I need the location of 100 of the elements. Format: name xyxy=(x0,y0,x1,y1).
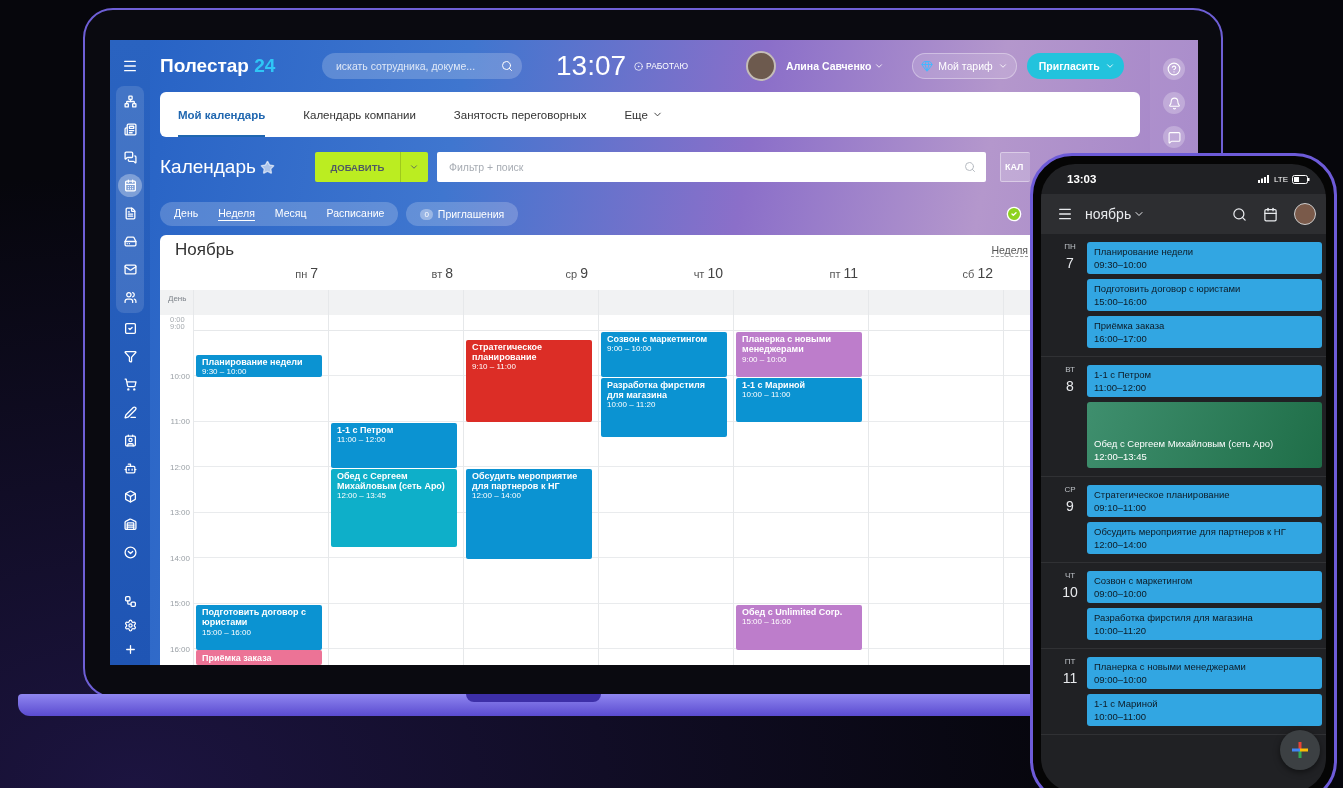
event-card[interactable]: Приёмка заказа xyxy=(196,650,322,665)
invite-button[interactable]: Пригласить xyxy=(1026,53,1124,79)
day-header: вт 8 xyxy=(430,265,454,283)
event-time: 10:00 – 11:20 xyxy=(607,401,657,410)
search-icon[interactable] xyxy=(1232,206,1247,222)
calendars-button[interactable]: КАЛ xyxy=(1000,152,1030,182)
all-day-label: День xyxy=(167,293,188,305)
day-column[interactable]: 1-1 с Петром 11:00 – 12:00 Обед с Сергеем Михайловым (сеть Аро) 12:00 – 13:45 xyxy=(328,331,463,665)
cart-icon xyxy=(123,378,137,391)
event-card[interactable]: Планерка с новыми менеджерами 9:00 – 10:00 xyxy=(736,332,862,377)
event-card[interactable]: Обсудить мероприятие для партнеров к НГ 12:00 – 14:00 xyxy=(466,468,592,559)
user-menu[interactable]: Алина Савченко xyxy=(786,60,885,72)
hour-label: 13:00 xyxy=(169,508,190,517)
network-label: LTE xyxy=(1273,174,1288,184)
day-number: 7 xyxy=(1066,255,1074,271)
newspaper-icon xyxy=(123,123,137,136)
event-card[interactable]: 1-1 с Мариной 10:00–11:00 xyxy=(1087,694,1322,726)
battery-icon xyxy=(1292,174,1310,184)
event-time: 10:00 – 11:00 xyxy=(742,390,791,400)
calendar-icon xyxy=(123,179,137,192)
day-column[interactable]: Планерка с новыми менеджерами 9:00 – 10:00 1-1 с Мариной 10:00 – 11:00 Обед с Unlimited Corp. 15:00 – 16:00 xyxy=(733,331,868,665)
event-title: Планерка с новыми менеджерами xyxy=(1094,661,1247,674)
event-card[interactable]: Подготовить договор с юристами 15:00 – 16:00 xyxy=(196,605,322,650)
day-header: ср 9 xyxy=(564,265,589,283)
contact-card-icon xyxy=(123,434,137,447)
chat-button[interactable] xyxy=(1163,126,1185,148)
help-icon xyxy=(1167,62,1181,76)
event-card[interactable]: Созвон с маркетингом 9:00 – 10:00 xyxy=(601,332,727,377)
gem-icon xyxy=(921,60,934,72)
event-card[interactable]: Подготовить договор с юристами 15:00–16:00 xyxy=(1087,279,1322,311)
avatar[interactable] xyxy=(1294,203,1316,225)
pen-icon xyxy=(123,406,137,419)
invitations-button[interactable]: 0 Приглашения xyxy=(406,202,519,226)
event-card[interactable]: Планирование недели 9:30 – 10:00 xyxy=(196,354,322,377)
event-card[interactable]: Обед с Сергеем Михайловым (сеть Аро) 12:00 – 13:45 xyxy=(331,468,457,548)
event-card[interactable]: 1-1 с Петром 11:00 – 12:00 xyxy=(331,423,457,468)
tab[interactable]: Календарь компании xyxy=(303,92,416,137)
caret-icon xyxy=(997,61,1008,71)
check-icon[interactable] xyxy=(1006,206,1022,222)
event-time: 10:00–11:20 xyxy=(1094,624,1148,638)
plus-icon xyxy=(123,643,137,656)
tab[interactable]: Занятость переговорных xyxy=(453,92,587,137)
plus-icon xyxy=(1291,741,1309,759)
event-card[interactable]: Стратегическое планирование 9:10 – 11:00 xyxy=(466,339,592,422)
event-time: 9:10 – 11:00 xyxy=(472,363,517,373)
event-time: 9:00 – 10:00 xyxy=(742,355,788,365)
event-title: Подготовить договор с юристами xyxy=(1094,283,1242,296)
caret-icon xyxy=(1104,61,1115,71)
day-header: пт 11 xyxy=(828,265,859,283)
caret-icon xyxy=(874,61,885,71)
event-time: 15:00 – 16:00 xyxy=(742,618,792,628)
sitemap-icon xyxy=(123,595,137,608)
menu-icon[interactable] xyxy=(1057,206,1073,222)
star-icon[interactable] xyxy=(259,159,275,175)
event-card[interactable]: Планирование недели 09:30–10:00 xyxy=(1087,242,1322,274)
view-tab[interactable]: Месяц xyxy=(274,207,307,221)
event-card[interactable]: Разработка фирстиля для магазина 10:00 – 11:20 xyxy=(601,377,727,438)
calendar-icon[interactable] xyxy=(1263,206,1278,222)
sidebar-button[interactable] xyxy=(118,174,142,197)
add-button[interactable]: ДОБАВИТЬ xyxy=(314,152,428,182)
event-title: 1-1 с Мариной xyxy=(742,379,807,390)
view-tab[interactable]: День xyxy=(174,207,199,221)
event-title: Планерка с новыми менеджерами xyxy=(742,334,832,355)
day-column[interactable]: Созвон с маркетингом 9:00 – 10:00 Разработка фирстиля для магазина 10:00 – 11:20 xyxy=(598,331,733,665)
month-picker[interactable]: ноябрь xyxy=(1085,206,1146,222)
tab[interactable]: Мой календарь xyxy=(178,92,266,137)
tab[interactable]: Еще xyxy=(624,92,663,137)
logo[interactable]: Полестар 24 xyxy=(160,55,322,77)
help-button[interactable] xyxy=(1163,58,1185,80)
photo-event-card[interactable]: Обед с Сергеем Михайловым (сеть Аро) 12:00–13:45 xyxy=(1087,402,1322,468)
event-card[interactable]: Разработка фирстиля для магазина 10:00–11:20 xyxy=(1087,608,1322,640)
view-tab[interactable]: Неделя xyxy=(218,207,255,221)
plan-button[interactable]: Мой тариф xyxy=(912,53,1017,79)
event-card[interactable]: Приёмка заказа 16:00–17:00 xyxy=(1087,316,1322,348)
view-tab[interactable]: Расписание xyxy=(326,207,385,221)
event-card[interactable]: Планерка с новыми менеджерами 09:00–10:00 xyxy=(1087,657,1322,689)
notifications-button[interactable] xyxy=(1163,92,1185,114)
event-card[interactable]: 1-1 с Мариной 10:00 – 11:00 xyxy=(736,377,862,422)
event-card[interactable]: Стратегическое планирование 09:10–11:00 xyxy=(1087,485,1322,517)
event-time: 10:00–11:00 xyxy=(1094,710,1148,724)
event-card[interactable]: Обед с Unlimited Corp. 15:00 – 16:00 xyxy=(736,605,862,650)
filter-field[interactable]: Фильтр + поиск xyxy=(436,152,986,182)
add-button[interactable] xyxy=(1280,730,1320,770)
event-card[interactable]: Созвон с маркетингом 09:00–10:00 xyxy=(1087,571,1322,603)
day-column[interactable]: Стратегическое планирование 9:10 – 11:00 Обсудить мероприятие для партнеров к НГ 12:00 – 14:00 xyxy=(463,331,598,665)
hour-label: 16:00 xyxy=(169,644,190,654)
event-card[interactable]: Обсудить мероприятие для партнеров к НГ 12:00–14:00 xyxy=(1087,522,1322,554)
event-title: Разработка фирстиля для магазина xyxy=(1094,612,1254,625)
event-title: 1-1 с Петром xyxy=(337,425,395,436)
funnel-icon xyxy=(123,350,137,363)
event-time: 12:00 – 14:00 xyxy=(472,492,522,501)
document-icon xyxy=(123,207,137,220)
view-mode-link[interactable]: Неделя xyxy=(991,243,1028,257)
work-status[interactable]: РАБОТАЮ xyxy=(634,61,689,71)
mail-icon xyxy=(123,263,137,276)
event-time: 15:00 – 16:00 xyxy=(202,628,252,638)
day-column[interactable]: Планирование недели 9:30 – 10:00 Подготовить договор с юристами 15:00 – 16:00 Приёмка заказа xyxy=(193,331,328,665)
event-title: 1-1 с Мариной xyxy=(1094,698,1159,711)
record-icon xyxy=(634,61,644,71)
event-card[interactable]: 1-1 с Петром 11:00–12:00 xyxy=(1087,365,1322,397)
